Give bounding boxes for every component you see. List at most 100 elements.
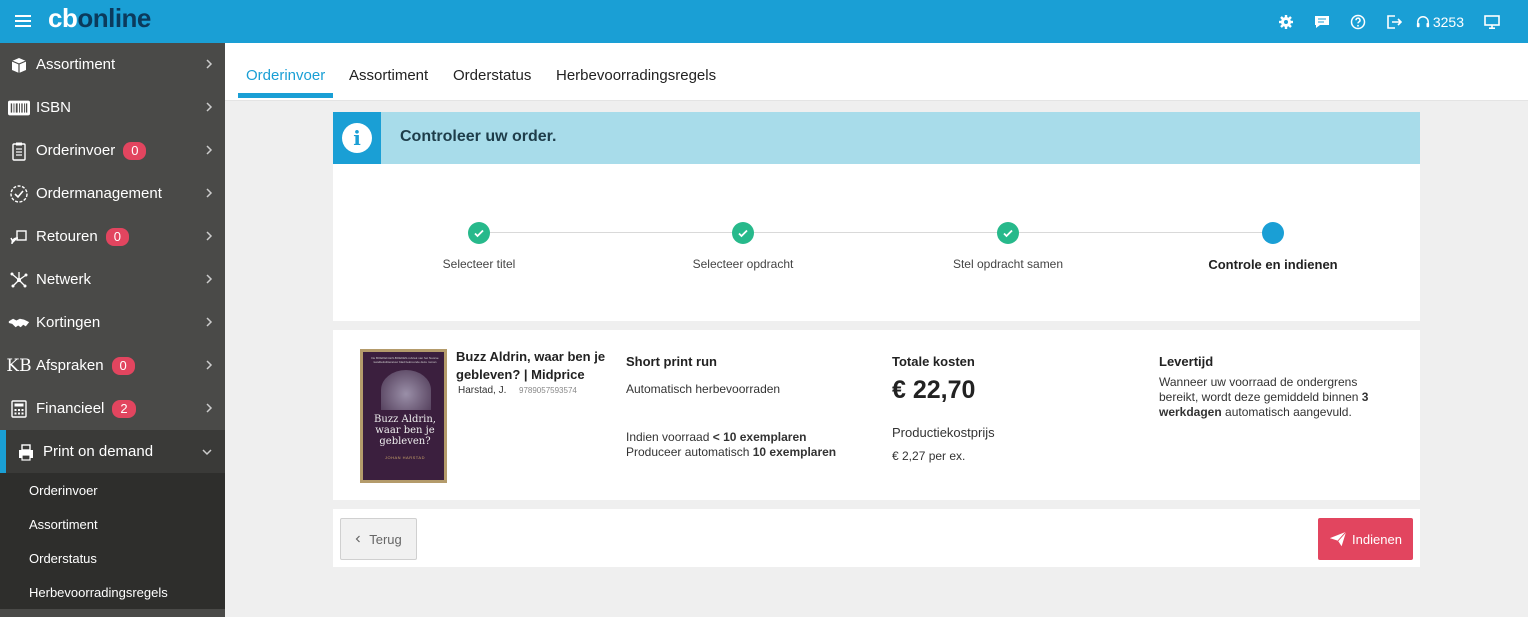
count-badge: 0 bbox=[111, 356, 135, 375]
top-actions: 3253 bbox=[1268, 0, 1510, 43]
subnav-item-orderinvoer[interactable]: Orderinvoer bbox=[0, 473, 225, 507]
print-on-demand-submenu: Orderinvoer Assortiment Orderstatus Herb… bbox=[0, 473, 225, 609]
step-label: Selecteer titel bbox=[442, 257, 516, 271]
cover-author: JOHAN HARSTAD bbox=[385, 455, 425, 460]
chevron-right-icon bbox=[206, 231, 213, 241]
product-title[interactable]: Buzz Aldrin, waar ben je gebleven? | Mid… bbox=[456, 348, 606, 384]
action-bar: Terug Indienen bbox=[333, 509, 1420, 567]
print-run-subtitle: Automatisch herbevoorraden bbox=[626, 382, 781, 396]
sidebar-item-label: Assortiment bbox=[36, 56, 116, 73]
tab-herbevoorradingsregels[interactable]: Herbevoorradingsregels bbox=[556, 67, 716, 84]
count-badge: 2 bbox=[112, 399, 136, 418]
check-icon bbox=[732, 222, 754, 244]
cover-moon-image bbox=[381, 370, 431, 410]
sidebar-item-retouren[interactable]: Retouren 0 bbox=[0, 215, 225, 258]
step-compose-job: Stel opdracht samen bbox=[908, 222, 1108, 271]
sidebar: Assortiment ISBN Orderinvoer 0 Ordermana… bbox=[0, 43, 225, 617]
total-cost-value: € 22,70 bbox=[892, 376, 976, 404]
tab-assortiment[interactable]: Assortiment bbox=[349, 67, 428, 84]
check-icon bbox=[468, 222, 490, 244]
sidebar-item-assortiment[interactable]: Assortiment bbox=[0, 43, 225, 86]
handshake-icon bbox=[8, 312, 30, 334]
chat-icon[interactable] bbox=[1304, 0, 1340, 43]
cover-title: Buzz Aldrin, waar ben je gebleven? bbox=[374, 414, 436, 447]
box-icon bbox=[8, 54, 30, 76]
sidebar-footer bbox=[0, 609, 225, 617]
logout-icon[interactable] bbox=[1376, 0, 1412, 43]
sidebar-item-netwerk[interactable]: Netwerk bbox=[0, 258, 225, 301]
tab-orderstatus[interactable]: Orderstatus bbox=[453, 67, 531, 84]
back-button-label: Terug bbox=[369, 531, 402, 547]
return-icon bbox=[8, 226, 30, 248]
sidebar-item-kortingen[interactable]: Kortingen bbox=[0, 301, 225, 344]
sidebar-item-orderinvoer[interactable]: Orderinvoer 0 bbox=[0, 129, 225, 172]
step-label: Stel opdracht samen bbox=[952, 257, 1064, 271]
sidebar-item-isbn[interactable]: ISBN bbox=[0, 86, 225, 129]
sidebar-item-financieel[interactable]: Financieel 2 bbox=[0, 387, 225, 430]
sidebar-item-print-on-demand[interactable]: Print on demand bbox=[0, 430, 225, 473]
delivery-heading: Levertijd bbox=[1159, 354, 1214, 369]
sidebar-item-afspraken[interactable]: KB Afspraken 0 bbox=[0, 344, 225, 387]
subnav-item-herbevoorradingsregels[interactable]: Herbevoorradingsregels bbox=[0, 575, 225, 609]
check-circle-icon bbox=[8, 183, 30, 205]
sidebar-item-label: Print on demand bbox=[43, 443, 154, 460]
barcode-icon bbox=[8, 97, 30, 119]
logo-online: online bbox=[77, 3, 151, 33]
step-select-job: Selecteer opdracht bbox=[643, 222, 843, 271]
logo[interactable]: cbonline bbox=[48, 3, 151, 34]
chevron-right-icon bbox=[206, 317, 213, 327]
logo-cb: cb bbox=[48, 3, 78, 33]
sidebar-item-label: Netwerk bbox=[36, 271, 92, 288]
phone-number: 3253 bbox=[1432, 13, 1464, 30]
stepper-line bbox=[479, 232, 1273, 233]
calculator-icon bbox=[8, 398, 30, 420]
network-icon bbox=[8, 269, 30, 291]
sidebar-item-label: Financieel bbox=[36, 400, 105, 417]
sidebar-item-ordermanagement[interactable]: Ordermanagement bbox=[0, 172, 225, 215]
product-isbn: 9789057593574 bbox=[519, 386, 577, 395]
send-icon bbox=[1329, 531, 1347, 547]
info-glyph: i bbox=[342, 123, 372, 153]
subnav-item-assortiment[interactable]: Assortiment bbox=[0, 507, 225, 541]
chevron-right-icon bbox=[206, 188, 213, 198]
tab-orderinvoer[interactable]: Orderinvoer bbox=[246, 67, 325, 84]
total-cost-heading: Totale kosten bbox=[892, 354, 975, 369]
chevron-down-icon bbox=[202, 449, 212, 456]
submit-button[interactable]: Indienen bbox=[1318, 518, 1413, 560]
settings-icon[interactable] bbox=[1268, 0, 1304, 43]
delivery-text: Wanneer uw voorraad de ondergrens bereik… bbox=[1159, 375, 1369, 419]
chevron-right-icon bbox=[206, 274, 213, 284]
product-author: Harstad, J. bbox=[458, 385, 507, 396]
sidebar-item-label: Kortingen bbox=[36, 314, 101, 331]
chevron-right-icon bbox=[206, 102, 213, 112]
chevron-right-icon bbox=[206, 360, 213, 370]
print-run-heading: Short print run bbox=[626, 354, 717, 369]
chevron-right-icon bbox=[206, 403, 213, 413]
info-icon: i bbox=[333, 112, 381, 164]
tab-bar: Orderinvoer Assortiment Orderstatus Herb… bbox=[225, 43, 1528, 101]
monitor-icon[interactable] bbox=[1474, 0, 1510, 43]
current-step-dot bbox=[1262, 222, 1284, 244]
support-phone[interactable]: 3253 bbox=[1412, 14, 1474, 30]
printer-icon bbox=[15, 441, 37, 463]
step-select-title: Selecteer titel bbox=[379, 222, 579, 271]
clipboard-icon bbox=[8, 140, 30, 162]
count-badge: 0 bbox=[105, 227, 129, 246]
cover-blurb: De BOEKEN-EN-BOEKEN-rubriek van het Noor… bbox=[371, 356, 439, 364]
top-bar: cbonline 3253 bbox=[0, 0, 1528, 43]
subnav-item-orderstatus[interactable]: Orderstatus bbox=[0, 541, 225, 575]
unit-cost-label: Productiekostprijs bbox=[892, 425, 995, 440]
count-badge: 0 bbox=[123, 141, 147, 160]
help-icon[interactable] bbox=[1340, 0, 1376, 43]
menu-icon[interactable] bbox=[15, 15, 31, 27]
chevron-right-icon bbox=[206, 59, 213, 69]
sidebar-item-label: ISBN bbox=[36, 99, 72, 116]
check-icon bbox=[997, 222, 1019, 244]
step-review-submit: Controle en indienen bbox=[1173, 222, 1373, 272]
sidebar-item-label: Orderinvoer bbox=[36, 142, 116, 159]
back-button[interactable]: Terug bbox=[340, 518, 417, 560]
book-cover[interactable]: De BOEKEN-EN-BOEKEN-rubriek van het Noor… bbox=[360, 349, 447, 483]
replenish-threshold: Indien voorraad < 10 exemplaren bbox=[626, 430, 807, 444]
submit-button-label: Indienen bbox=[1352, 531, 1402, 547]
replenish-quantity: Produceer automatisch 10 exemplaren bbox=[626, 445, 837, 459]
